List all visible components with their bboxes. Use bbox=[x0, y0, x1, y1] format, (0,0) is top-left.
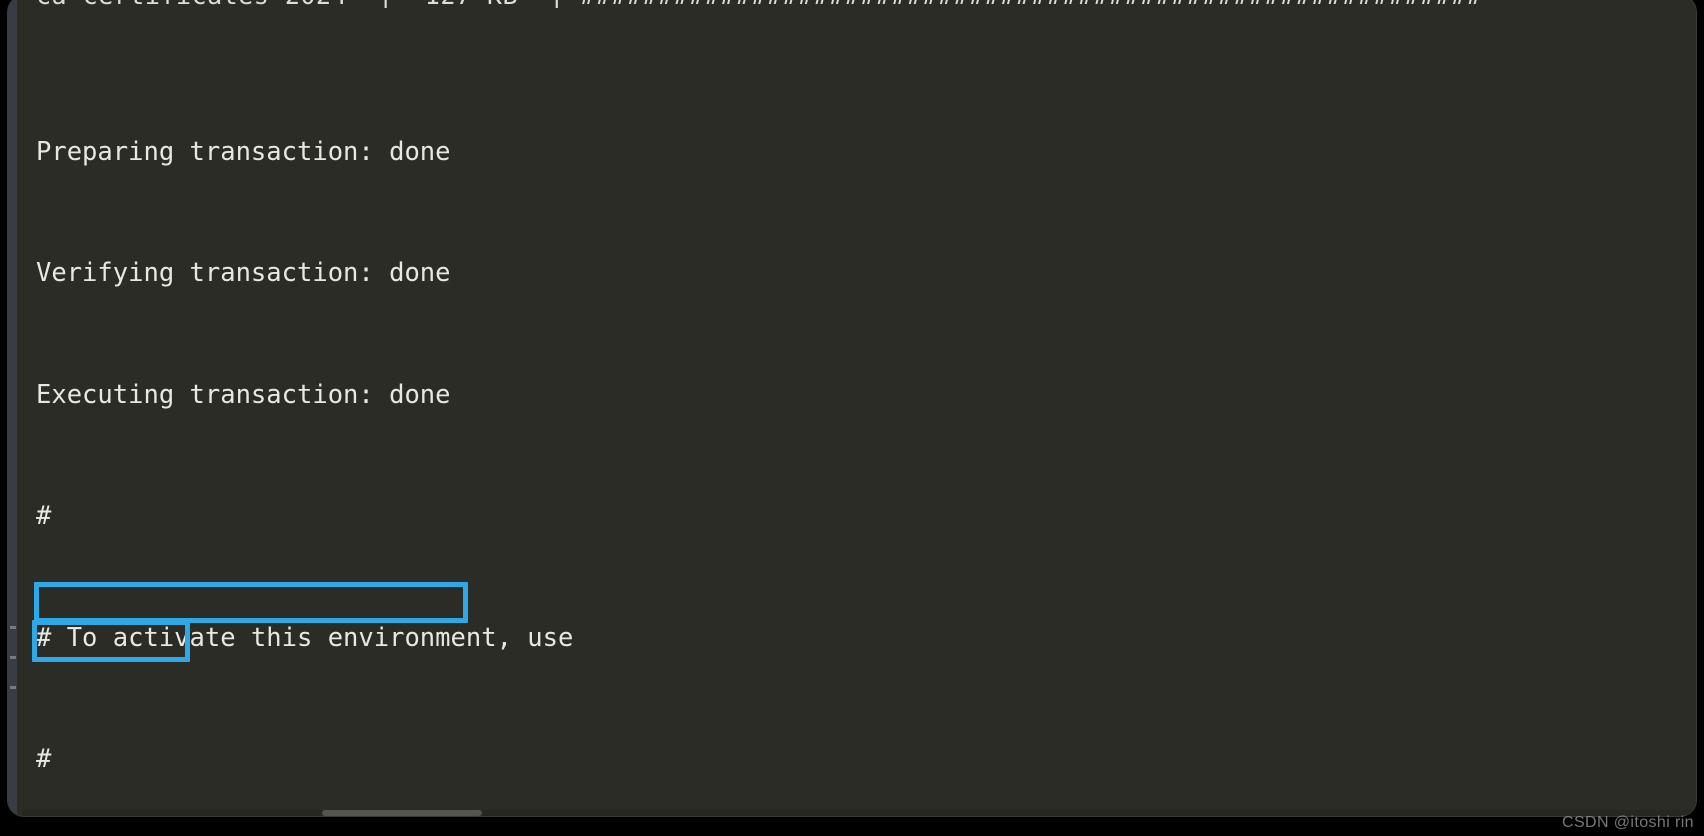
output-line: Preparing transaction: done bbox=[36, 136, 451, 167]
watermark-text: CSDN @itoshi rin bbox=[1561, 814, 1694, 831]
output-line: Verifying transaction: done bbox=[36, 258, 451, 288]
output-line: # bbox=[36, 744, 52, 774]
output-line: # To activate this environment, use bbox=[36, 622, 574, 653]
terminal-window[interactable]: ca-certificates-2024 | 127 KB | ########… bbox=[8, 0, 1696, 816]
screenshot-stage: ca-certificates-2024 | 127 KB | ########… bbox=[0, 0, 1704, 836]
left-pane-edge bbox=[8, 0, 22, 816]
gutter-mark bbox=[10, 656, 16, 659]
terminal-text-buffer[interactable]: Preparing transaction: done Verifying tr… bbox=[36, 10, 1690, 816]
gutter-mark bbox=[10, 626, 16, 629]
output-line: Executing transaction: done bbox=[36, 379, 451, 410]
left-pane-edge-inner bbox=[17, 0, 22, 816]
output-line: # bbox=[36, 501, 52, 531]
horizontal-scrollbar-thumb[interactable] bbox=[322, 810, 482, 816]
gutter-mark bbox=[10, 686, 16, 689]
clipped-scrolled-line: ca-certificates-2024 | 127 KB | ########… bbox=[8, 0, 1696, 8]
horizontal-scrollbar-track[interactable] bbox=[22, 810, 1696, 816]
